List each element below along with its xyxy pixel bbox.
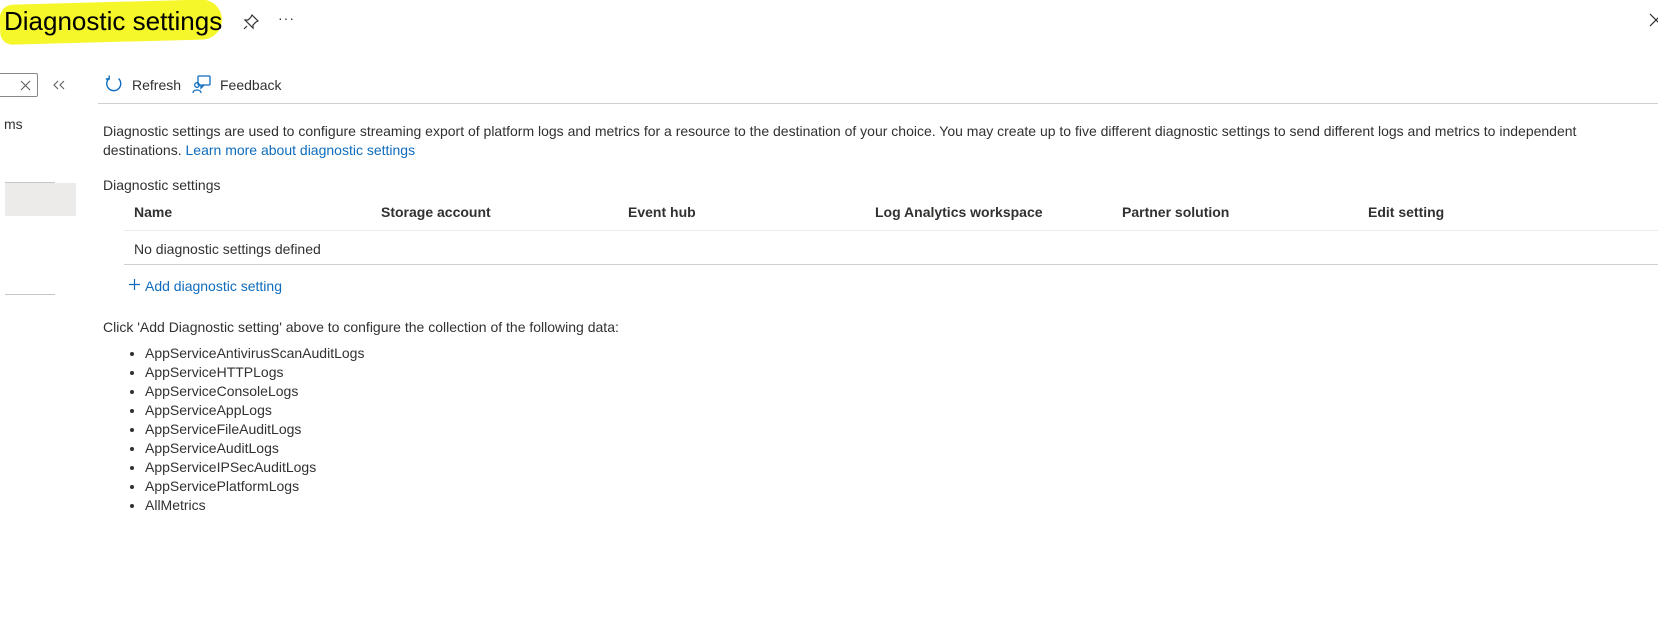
menu-search-input[interactable] bbox=[0, 73, 38, 97]
empty-row-text: No diagnostic settings defined bbox=[134, 241, 321, 257]
collection-hint: Click 'Add Diagnostic setting' above to … bbox=[103, 319, 619, 335]
list-item: AppServiceFileAuditLogs bbox=[145, 420, 364, 439]
column-header-log-analytics: Log Analytics workspace bbox=[875, 204, 1043, 220]
column-header-partner-solution: Partner solution bbox=[1122, 204, 1230, 220]
list-item: AppServiceAntivirusScanAuditLogs bbox=[145, 344, 364, 363]
toolbar-divider bbox=[98, 103, 1658, 104]
list-item: AppServiceIPSecAuditLogs bbox=[145, 458, 364, 477]
feedback-label: Feedback bbox=[220, 77, 282, 93]
description-line1: Diagnostic settings are used to configur… bbox=[103, 123, 1577, 139]
refresh-icon bbox=[104, 74, 124, 97]
clear-search-icon[interactable] bbox=[20, 80, 31, 91]
column-header-edit-setting: Edit setting bbox=[1368, 204, 1445, 220]
close-icon[interactable] bbox=[1648, 12, 1658, 28]
learn-more-link[interactable]: Learn more about diagnostic settings bbox=[186, 142, 416, 158]
log-category-list: AppServiceAntivirusScanAuditLogs AppServ… bbox=[127, 344, 364, 515]
section-label: Diagnostic settings bbox=[103, 177, 221, 193]
column-header-event-hub: Event hub bbox=[628, 204, 696, 220]
more-options-icon[interactable]: ··· bbox=[278, 10, 295, 26]
column-header-name: Name bbox=[134, 204, 173, 220]
column-header-storage-account: Storage account bbox=[381, 204, 491, 220]
list-item: AppServicePlatformLogs bbox=[145, 477, 364, 496]
description: Diagnostic settings are used to configur… bbox=[103, 122, 1658, 160]
header-divider bbox=[124, 230, 1658, 231]
feedback-button[interactable]: Feedback bbox=[192, 74, 281, 96]
menu-divider bbox=[5, 294, 55, 295]
list-item: AppServiceConsoleLogs bbox=[145, 382, 364, 401]
page-title: Diagnostic settings bbox=[4, 6, 223, 36]
add-diagnostic-setting-button[interactable]: Add diagnostic setting bbox=[128, 278, 282, 294]
refresh-label: Refresh bbox=[132, 77, 182, 93]
row-divider bbox=[124, 264, 1658, 265]
description-line2: destinations. bbox=[103, 142, 186, 158]
pin-icon[interactable] bbox=[242, 13, 260, 31]
list-item: AllMetrics bbox=[145, 496, 364, 515]
collapse-menu-icon[interactable] bbox=[52, 78, 66, 94]
feedback-icon bbox=[192, 74, 212, 97]
list-item: AppServiceAuditLogs bbox=[145, 439, 364, 458]
list-item: AppServiceAppLogs bbox=[145, 401, 364, 420]
add-diagnostic-setting-label: Add diagnostic setting bbox=[145, 278, 282, 294]
menu-item-label[interactable]: ms bbox=[4, 116, 23, 132]
plus-icon bbox=[128, 278, 141, 294]
menu-item-selected[interactable] bbox=[5, 183, 76, 216]
refresh-button[interactable]: Refresh bbox=[104, 74, 181, 96]
list-item: AppServiceHTTPLogs bbox=[145, 363, 364, 382]
